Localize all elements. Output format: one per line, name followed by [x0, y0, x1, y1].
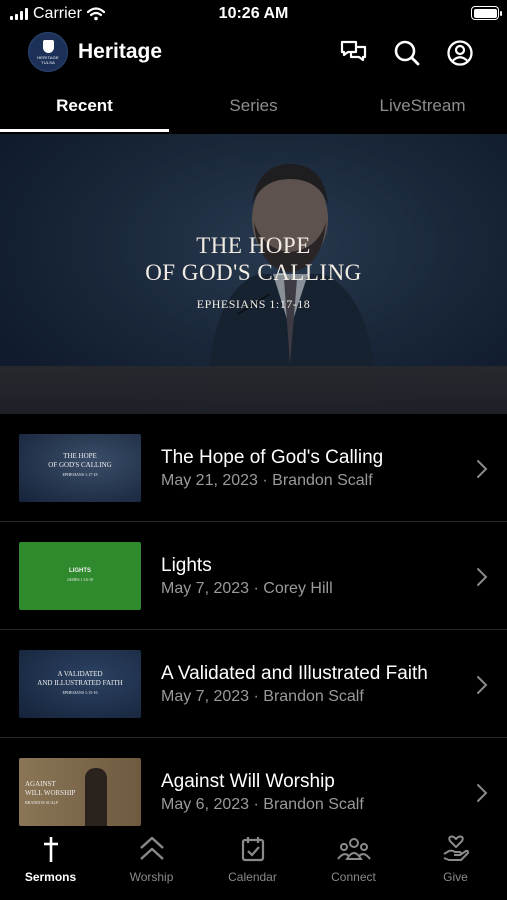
bottom-nav: Sermons Worship Calendar Connect Give: [0, 826, 507, 900]
nav-label: Calendar: [228, 870, 277, 884]
sermon-thumbnail: THE HOPE OF GOD'S CALLING EPHESIANS 1:17…: [19, 434, 141, 502]
nav-worship[interactable]: Worship: [101, 834, 202, 884]
featured-sermon-banner[interactable]: THE HOPE OF GOD'S CALLING EPHESIANS 1:17…: [0, 134, 507, 414]
search-icon[interactable]: [392, 38, 422, 68]
app-header: HERITAGE TULSA Heritage: [0, 30, 507, 76]
sermon-title: Against Will Worship: [161, 771, 335, 792]
sermon-thumbnail: LIGHTS JAMES 1:16-18: [19, 542, 141, 610]
group-icon: [336, 838, 371, 860]
sermon-list: THE HOPE OF GOD'S CALLING EPHESIANS 1:17…: [0, 414, 507, 846]
app-title: Heritage: [78, 40, 163, 63]
sermon-meta: May 6, 2023 · Brandon Scalf: [161, 796, 364, 813]
sermon-row[interactable]: THE HOPE OF GOD'S CALLING EPHESIANS 1:17…: [0, 414, 507, 522]
shield-icon: [42, 39, 54, 53]
sermon-meta: May 7, 2023 · Brandon Scalf: [161, 688, 364, 705]
hero-scripture: EPHESIANS 1:17-18: [196, 297, 311, 311]
hero-title-line-2: OF GOD'S CALLING: [145, 260, 362, 285]
nav-label: Worship: [129, 870, 174, 884]
tab-recent[interactable]: Recent: [0, 88, 169, 132]
chevron-right-icon: [477, 460, 488, 478]
sermon-thumbnail: A VALIDATED AND ILLUSTRATED FAITH EPHESI…: [19, 650, 141, 718]
chat-icon[interactable]: [339, 38, 369, 68]
nav-label: Connect: [331, 870, 376, 884]
profile-icon[interactable]: [445, 38, 475, 68]
calendar-icon: [241, 837, 264, 862]
nav-give[interactable]: Give: [405, 834, 506, 884]
chevron-right-icon: [477, 676, 488, 694]
nav-connect[interactable]: Connect: [303, 834, 404, 884]
sermon-title: A Validated and Illustrated Faith: [161, 663, 428, 684]
sermon-title: The Hope of God's Calling: [161, 447, 384, 468]
tab-livestream[interactable]: LiveStream: [338, 88, 507, 132]
logo-subtext: TULSA: [41, 59, 55, 65]
hero-title-line-1: THE HOPE: [196, 233, 311, 258]
nav-calendar[interactable]: Calendar: [202, 834, 303, 884]
double-chevron-up-icon: [139, 836, 164, 860]
sermon-row[interactable]: LIGHTS JAMES 1:16-18 Lights May 7, 2023 …: [0, 522, 507, 630]
sermon-meta: May 7, 2023 · Corey Hill: [161, 580, 333, 597]
status-bar: Carrier 10:26 AM: [0, 0, 507, 30]
nav-sermons[interactable]: Sermons: [0, 834, 101, 884]
battery-icon: [471, 6, 502, 20]
sermon-meta: May 21, 2023 · Brandon Scalf: [161, 472, 373, 489]
tab-bar: Recent Series LiveStream: [0, 88, 507, 134]
tab-series[interactable]: Series: [169, 88, 338, 132]
chevron-right-icon: [477, 784, 488, 802]
sermon-thumbnail: AGAINST WILL WORSHIP BRANDON SCALF: [19, 758, 141, 826]
chevron-right-icon: [477, 568, 488, 586]
church-logo[interactable]: HERITAGE TULSA: [28, 32, 68, 72]
cross-icon: [43, 837, 58, 862]
nav-label: Give: [443, 870, 468, 884]
giving-hand-icon: [442, 835, 469, 861]
status-time: 10:26 AM: [218, 5, 289, 22]
nav-label: Sermons: [24, 870, 77, 884]
sermon-title: Lights: [161, 555, 212, 576]
sermon-row[interactable]: A VALIDATED AND ILLUSTRATED FAITH EPHESI…: [0, 630, 507, 738]
